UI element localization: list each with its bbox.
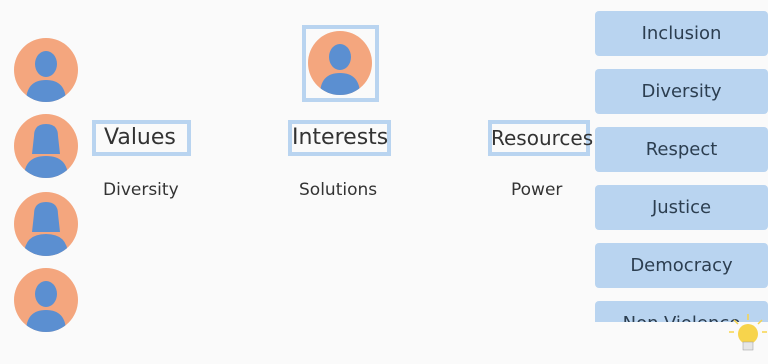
tile-respect: Respect (595, 127, 768, 172)
lightbulb-icon (728, 312, 768, 360)
tile-democracy: Democracy (595, 243, 768, 288)
tile-diversity: Diversity (595, 69, 768, 114)
tiles-panel: Inclusion Diversity Respect Justice Demo… (0, 0, 768, 322)
tile-inclusion: Inclusion (595, 11, 768, 56)
tile-justice: Justice (595, 185, 768, 230)
